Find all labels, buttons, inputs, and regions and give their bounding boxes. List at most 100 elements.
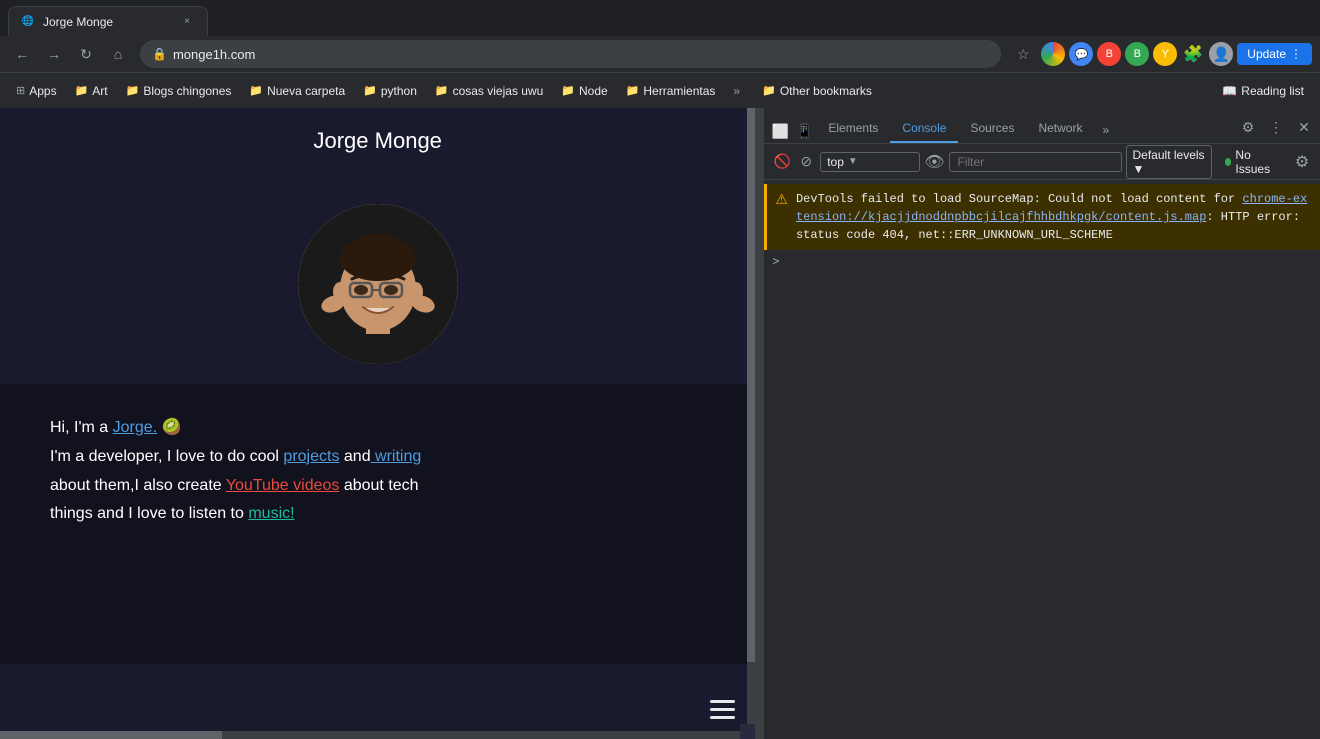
update-label: Update (1247, 47, 1286, 61)
console-input[interactable] (788, 254, 1312, 268)
bookmark-apps-label: Apps (29, 84, 56, 98)
devtools-inspect-button[interactable]: ⬜ (768, 119, 792, 143)
horizontal-scrollbar[interactable] (0, 731, 740, 739)
warning-text: DevTools failed to load SourceMap: Could… (796, 190, 1312, 244)
website-title: Jorge Monge (314, 128, 442, 153)
folder-icon-5: 📁 (435, 84, 449, 97)
intro-text: Hi, I'm a Jorge. 🥝 I'm a developer, I lo… (50, 414, 705, 529)
hamburger-line-3 (710, 716, 735, 719)
update-button[interactable]: Update ⋮ (1237, 43, 1312, 65)
tab-close-button[interactable]: × (179, 14, 195, 30)
other-bookmarks[interactable]: 📁 Other bookmarks (754, 80, 880, 102)
ext-chat-icon[interactable]: 💬 (1069, 42, 1093, 66)
browser-actions: ☆ 💬 B B Y 🧩 👤 Update ⋮ (1009, 40, 1312, 68)
warning-message-before: DevTools failed to load SourceMap: Could… (796, 192, 1242, 206)
ext-user3-icon[interactable]: Y (1153, 42, 1177, 66)
folder-icon-3: 📁 (249, 84, 263, 97)
bookmark-herramientas[interactable]: 📁 Herramientas (618, 80, 724, 102)
folder-icon-8: 📁 (762, 84, 776, 97)
devtools-panel: ⬜ 📱 Elements Console Sources Network » ⚙… (763, 108, 1320, 739)
prompt-arrow-icon: > (772, 254, 779, 268)
reading-list-button[interactable]: 📖 Reading list (1214, 80, 1312, 102)
bookmarks-more-button[interactable]: » (725, 80, 748, 102)
bookmarks-bar: ⊞ Apps 📁 Art 📁 Blogs chingones 📁 Nueva c… (0, 72, 1320, 108)
no-issues-badge[interactable]: No Issues (1216, 145, 1288, 179)
devtools-resize-handle[interactable] (755, 108, 763, 739)
avatar-icon[interactable]: 👤 (1209, 42, 1233, 66)
nav-buttons: ← → ↻ ⌂ (8, 40, 132, 68)
youtube-link[interactable]: YouTube videos (226, 477, 340, 494)
writing-link[interactable]: writing (371, 448, 422, 465)
no-issues-text: No Issues (1235, 148, 1279, 176)
console-filter-toggle[interactable]: ⊘ (796, 150, 816, 174)
devtools-settings-button[interactable]: ⚙ (1236, 115, 1260, 139)
bookmark-cosas[interactable]: 📁 cosas viejas uwu (427, 80, 551, 102)
projects-link[interactable]: projects (283, 448, 339, 465)
bookmark-nueva[interactable]: 📁 Nueva carpeta (241, 80, 353, 102)
address-text: monge1h.com (173, 47, 989, 62)
bookmark-blogs[interactable]: 📁 Blogs chingones (118, 80, 240, 102)
horizontal-scrollbar-thumb[interactable] (0, 731, 222, 739)
back-button[interactable]: ← (8, 40, 36, 68)
apps-grid-icon: ⊞ (16, 84, 25, 97)
main-area: Jorge Monge (0, 108, 1320, 739)
devtools-close-button[interactable]: ✕ (1292, 115, 1316, 139)
bookmark-art[interactable]: 📁 Art (67, 80, 116, 102)
extension-icons: 💬 B B Y 🧩 (1041, 42, 1205, 66)
active-tab[interactable]: 🌐 Jorge Monge × (8, 6, 208, 36)
vertical-scrollbar-thumb[interactable] (747, 108, 755, 662)
context-selector[interactable]: top ▼ (820, 152, 920, 172)
default-levels-selector[interactable]: Default levels ▼ (1126, 145, 1212, 179)
profile-section (0, 174, 755, 384)
devtools-more-button[interactable]: ⋮ (1264, 115, 1288, 139)
intro-line3: about them,I also create (50, 477, 226, 494)
address-bar[interactable]: 🔒 monge1h.com (140, 40, 1001, 68)
jorge-link[interactable]: Jorge. (113, 419, 157, 436)
bookmark-nueva-label: Nueva carpeta (267, 84, 345, 98)
refresh-button[interactable]: ↻ (72, 40, 100, 68)
profile-svg (298, 204, 458, 364)
tab-sources[interactable]: Sources (958, 115, 1026, 143)
ext-colorful-icon[interactable] (1041, 42, 1065, 66)
update-menu-icon: ⋮ (1290, 47, 1302, 61)
intro-and: and (339, 448, 370, 465)
ext-puzzle-icon[interactable]: 🧩 (1181, 42, 1205, 66)
no-issues-indicator (1225, 158, 1232, 166)
bookmark-python[interactable]: 📁 python (355, 80, 425, 102)
default-levels-label: Default levels ▼ (1133, 148, 1205, 176)
bookmark-apps[interactable]: ⊞ Apps (8, 80, 65, 102)
console-warning-item: ⚠ DevTools failed to load SourceMap: Cou… (764, 184, 1320, 250)
home-button[interactable]: ⌂ (104, 40, 132, 68)
tab-console[interactable]: Console (890, 115, 958, 143)
hamburger-line-2 (710, 708, 735, 711)
eye-button[interactable]: 👁 (924, 150, 944, 174)
forward-button[interactable]: → (40, 40, 68, 68)
ext-user2-icon[interactable]: B (1125, 42, 1149, 66)
website-header: Jorge Monge (0, 108, 755, 174)
title-bar: ← → ↻ ⌂ 🔒 monge1h.com ☆ 💬 B B Y 🧩 👤 Upda… (0, 36, 1320, 72)
folder-icon-6: 📁 (561, 84, 575, 97)
hamburger-menu[interactable] (710, 700, 735, 719)
star-button[interactable]: ☆ (1009, 40, 1037, 68)
console-toolbar: 🚫 ⊘ top ▼ 👁 Default levels ▼ No Issues ⚙ (764, 144, 1320, 180)
bookmark-node[interactable]: 📁 Node (553, 80, 615, 102)
other-bookmarks-label: Other bookmarks (780, 84, 872, 98)
bookmark-blogs-label: Blogs chingones (143, 84, 231, 98)
music-link[interactable]: music! (248, 505, 294, 522)
tab-network[interactable]: Network (1026, 115, 1094, 143)
bookmark-node-label: Node (579, 84, 608, 98)
vertical-scrollbar[interactable] (747, 108, 755, 724)
console-settings-button[interactable]: ⚙ (1292, 150, 1312, 174)
bookmark-art-label: Art (92, 84, 107, 98)
ext-user1-icon[interactable]: B (1097, 42, 1121, 66)
intro-line4: about tech (339, 477, 418, 494)
devtools-device-button[interactable]: 📱 (792, 119, 816, 143)
bookmark-herramientas-label: Herramientas (643, 84, 715, 98)
tab-bar: 🌐 Jorge Monge × (0, 0, 1320, 36)
devtools-tab-bar: ⬜ 📱 Elements Console Sources Network » ⚙… (764, 108, 1320, 144)
tab-elements[interactable]: Elements (816, 115, 890, 143)
console-clear-button[interactable]: 🚫 (772, 150, 792, 174)
website-frame: Jorge Monge (0, 108, 755, 739)
devtools-more-tabs[interactable]: » (1094, 117, 1117, 143)
console-filter-input[interactable] (949, 152, 1122, 172)
